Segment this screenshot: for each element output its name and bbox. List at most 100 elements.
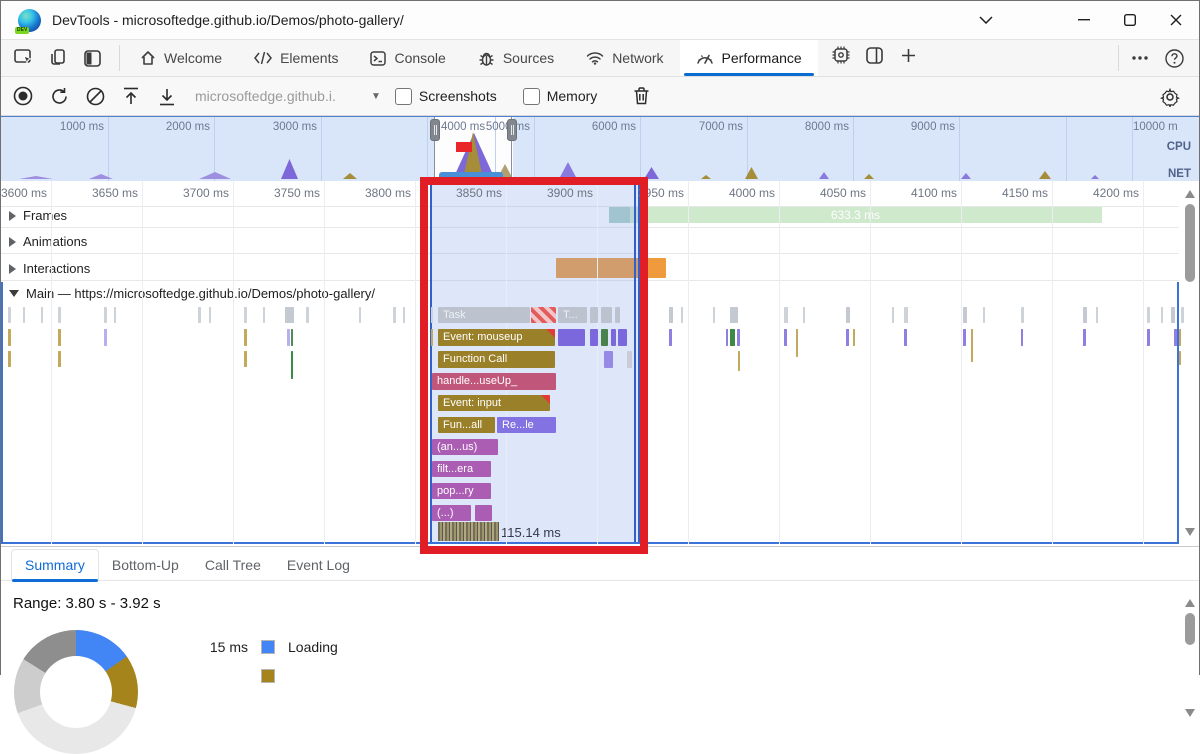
flame-tick[interactable] xyxy=(287,329,290,346)
flame-tick[interactable] xyxy=(1021,329,1023,346)
flame-tick[interactable] xyxy=(58,307,61,323)
capture-settings-gear-icon[interactable] xyxy=(1153,81,1187,113)
flame-tick[interactable] xyxy=(738,351,740,371)
selection-handle[interactable] xyxy=(507,119,517,141)
flame-tick[interactable] xyxy=(198,307,201,323)
track-main[interactable]: Main — https://microsoftedge.github.io/D… xyxy=(9,286,375,301)
flame-tick[interactable] xyxy=(263,307,265,323)
flame-tick[interactable] xyxy=(393,307,396,323)
frame-duration-bar[interactable]: 633.3 ms xyxy=(609,207,1102,223)
flame-tick[interactable] xyxy=(1096,307,1098,323)
track-animations[interactable]: Animations xyxy=(9,234,87,249)
flame-tick[interactable] xyxy=(104,307,107,323)
flame-tick[interactable] xyxy=(963,329,966,346)
add-tab-icon[interactable] xyxy=(892,40,926,70)
flame-tick[interactable] xyxy=(730,307,738,323)
flame-tick[interactable] xyxy=(291,351,293,379)
flame-tick[interactable] xyxy=(784,307,788,323)
load-profile-icon[interactable] xyxy=(113,80,149,112)
flame-tick[interactable] xyxy=(713,307,715,323)
flame-tick[interactable] xyxy=(403,307,405,323)
flame-tick[interactable] xyxy=(306,307,309,323)
flame-tick[interactable] xyxy=(1147,329,1150,346)
flame-tick[interactable] xyxy=(796,329,798,357)
flame-tick[interactable] xyxy=(846,329,849,346)
chevron-down-icon[interactable] xyxy=(963,1,1009,39)
flame-tick[interactable] xyxy=(58,329,61,346)
tab-performance[interactable]: Performance xyxy=(680,40,818,76)
expand-arrow-icon[interactable] xyxy=(9,290,19,297)
flame-tick[interactable] xyxy=(41,307,43,323)
flame-tick[interactable] xyxy=(730,329,735,346)
save-profile-icon[interactable] xyxy=(149,80,185,112)
flame-tick[interactable] xyxy=(359,307,361,323)
scroll-down-arrow[interactable] xyxy=(1185,709,1195,717)
screenshots-checkbox[interactable]: Screenshots xyxy=(395,88,497,105)
flame-tick[interactable] xyxy=(1174,329,1177,346)
flame-tick[interactable] xyxy=(104,329,107,346)
flame-tick[interactable] xyxy=(58,351,61,367)
flame-tick[interactable] xyxy=(209,307,211,323)
flame-tick[interactable] xyxy=(244,351,247,367)
checkbox-box[interactable] xyxy=(395,88,412,105)
collapse-arrow-icon[interactable] xyxy=(9,264,16,274)
scroll-down-arrow[interactable] xyxy=(1185,528,1195,536)
minimize-button[interactable] xyxy=(1061,1,1107,39)
track-frames[interactable]: Frames xyxy=(9,208,67,223)
flame-tick[interactable] xyxy=(803,307,805,323)
tab-sources[interactable]: Sources xyxy=(462,40,570,76)
flame-tick[interactable] xyxy=(114,307,116,323)
flame-tick[interactable] xyxy=(1147,307,1150,323)
tab-elements[interactable]: Elements xyxy=(238,40,354,76)
flame-tick[interactable] xyxy=(892,307,894,323)
trash-icon[interactable] xyxy=(623,80,659,112)
profile-name[interactable]: microsoftedge.github.i... xyxy=(195,88,335,104)
tab-bottom-up[interactable]: Bottom-Up xyxy=(99,550,192,580)
help-icon[interactable] xyxy=(1157,43,1191,73)
scrollbar-thumb[interactable] xyxy=(1185,613,1195,645)
scroll-up-arrow[interactable] xyxy=(1185,190,1195,198)
device-emulation-icon[interactable] xyxy=(41,43,75,73)
track-interactions[interactable]: Interactions xyxy=(9,261,90,276)
dock-panel-icon[interactable] xyxy=(858,40,892,70)
flame-tick[interactable] xyxy=(784,329,787,346)
tab-welcome[interactable]: Welcome xyxy=(124,40,238,76)
timeline-overview[interactable]: CPU NET 1000 ms2000 ms3000 ms5000 ms6000… xyxy=(1,116,1199,182)
profile-dropdown-icon[interactable]: ▼ xyxy=(371,91,381,102)
tab-network[interactable]: Network xyxy=(570,40,679,76)
flame-tick[interactable] xyxy=(971,329,973,362)
collapse-arrow-icon[interactable] xyxy=(9,237,16,247)
flame-tick[interactable] xyxy=(285,307,294,323)
summary-scrollbar[interactable] xyxy=(1182,597,1199,677)
flame-tick[interactable] xyxy=(1179,329,1181,346)
flame-tick[interactable] xyxy=(8,307,11,323)
selection-handle[interactable] xyxy=(430,119,440,141)
flame-tick[interactable] xyxy=(8,329,11,346)
flame-tick[interactable] xyxy=(1171,307,1175,323)
flame-tick[interactable] xyxy=(983,307,985,323)
flame-scrollbar[interactable] xyxy=(1182,181,1199,544)
flame-tick[interactable] xyxy=(963,307,967,323)
tab-event-log[interactable]: Event Log xyxy=(274,550,363,580)
flame-tick[interactable] xyxy=(904,307,908,323)
memory-checkbox[interactable]: Memory xyxy=(523,88,598,105)
memory-chip-icon[interactable] xyxy=(824,40,858,70)
record-icon[interactable] xyxy=(5,80,41,112)
flame-tick[interactable] xyxy=(853,329,855,346)
scroll-up-arrow[interactable] xyxy=(1185,599,1195,607)
flame-tick[interactable] xyxy=(244,329,247,346)
flame-tick[interactable] xyxy=(681,307,683,323)
flame-tick[interactable] xyxy=(1021,307,1024,323)
flame-tick[interactable] xyxy=(737,329,740,346)
tab-call-tree[interactable]: Call Tree xyxy=(192,550,274,580)
flame-tick[interactable] xyxy=(846,307,850,323)
flame-tick[interactable] xyxy=(1181,307,1184,323)
close-button[interactable] xyxy=(1153,1,1199,39)
flame-tick[interactable] xyxy=(669,307,673,323)
flame-tick[interactable] xyxy=(1161,307,1163,323)
activity-bar-toggle-icon[interactable] xyxy=(75,43,109,73)
flame-tick[interactable] xyxy=(8,351,11,367)
reload-record-icon[interactable] xyxy=(41,80,77,112)
flame-tick[interactable] xyxy=(1083,307,1087,323)
flame-tick[interactable] xyxy=(726,329,728,346)
